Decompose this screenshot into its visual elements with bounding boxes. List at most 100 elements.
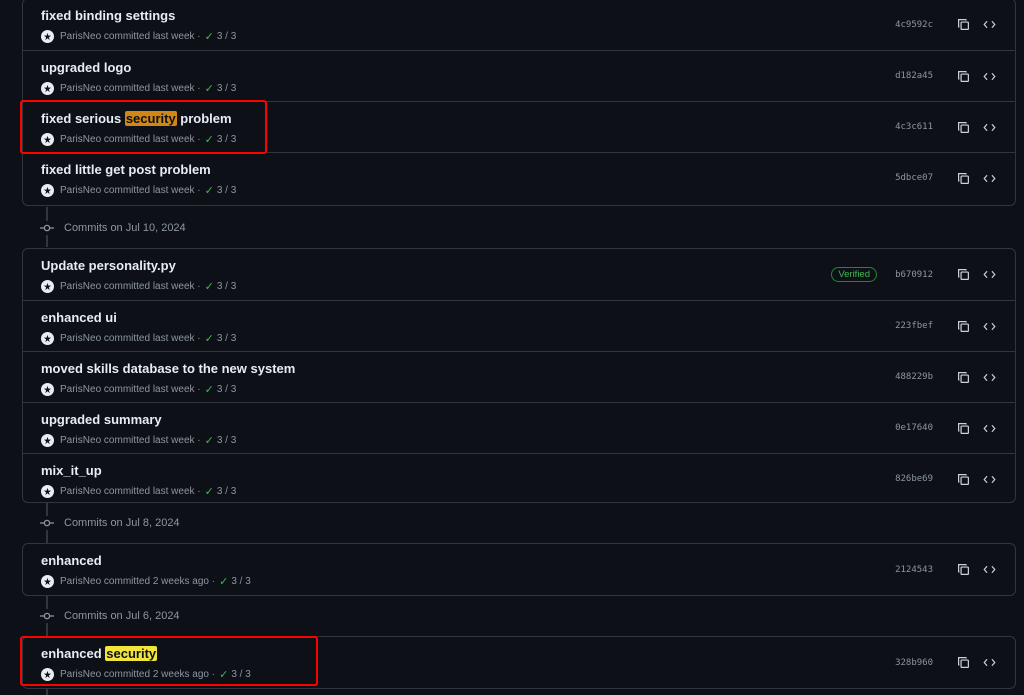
avatar[interactable] (41, 667, 54, 681)
checks-count[interactable]: 3 / 3 (217, 185, 236, 196)
title-text: fixed serious (41, 111, 125, 126)
commit-sha-link[interactable]: 4c9592c (893, 20, 933, 30)
checks-count[interactable]: 3 / 3 (217, 83, 236, 94)
commit-time: committed last week (103, 280, 195, 292)
commit-sha-link[interactable]: b670912 (893, 270, 933, 280)
commit-author-link[interactable]: ParisNeo (60, 669, 101, 680)
avatar[interactable] (41, 331, 54, 345)
commit-title-link[interactable]: upgraded summary (41, 412, 162, 427)
commit-author-link[interactable]: ParisNeo (60, 576, 101, 587)
checks-count[interactable]: 3 / 3 (231, 669, 250, 680)
commit-author-link[interactable]: ParisNeo (60, 31, 101, 42)
commit-sha-link[interactable]: 4c3c611 (893, 122, 933, 132)
checks-count[interactable]: 3 / 3 (217, 134, 236, 145)
commit-sha-link[interactable]: 328b960 (893, 658, 933, 668)
commit-author-link[interactable]: ParisNeo (60, 185, 101, 196)
checks-count[interactable]: 3 / 3 (217, 384, 236, 395)
code-brackets-icon[interactable] (981, 562, 997, 578)
checks-count[interactable]: 3 / 3 (217, 31, 236, 42)
avatar[interactable] (41, 183, 54, 197)
code-brackets-icon[interactable] (981, 267, 997, 283)
commit-title-link[interactable]: Update personality.py (41, 258, 176, 273)
code-brackets-icon[interactable] (981, 369, 997, 385)
commit-title-link[interactable]: moved skills database to the new system (41, 361, 295, 376)
commit-meta: ParisNeo committed 2 weeks ago · ✓ 3 / 3 (41, 573, 251, 589)
avatar[interactable] (41, 382, 54, 396)
commit-meta: ParisNeo committed 2 weeks ago · ✓ 3 / 3 (41, 666, 251, 682)
copy-icon[interactable] (955, 267, 971, 283)
copy-icon[interactable] (955, 562, 971, 578)
avatar[interactable] (41, 484, 54, 498)
code-brackets-icon[interactable] (981, 119, 997, 135)
commit-sha-link[interactable]: 826be69 (893, 474, 933, 484)
check-icon[interactable]: ✓ (205, 133, 214, 146)
checks-count[interactable]: 3 / 3 (217, 281, 236, 292)
commit-meta: ParisNeo committed last week · ✓ 3 / 3 (41, 381, 236, 397)
commit-title-link[interactable]: enhanced security (41, 646, 158, 661)
check-icon[interactable]: ✓ (205, 280, 214, 293)
check-icon[interactable]: ✓ (219, 575, 228, 588)
checks-count[interactable]: 3 / 3 (217, 435, 236, 446)
avatar[interactable] (41, 132, 54, 146)
commit-author-link[interactable]: ParisNeo (60, 134, 101, 145)
copy-icon[interactable] (955, 420, 971, 436)
code-brackets-icon[interactable] (981, 68, 997, 84)
copy-icon[interactable] (955, 68, 971, 84)
verified-badge[interactable]: Verified (831, 267, 877, 282)
avatar[interactable] (41, 574, 54, 588)
commit-title-link[interactable]: fixed serious security problem (41, 111, 232, 126)
commit-sha-link[interactable]: 2124543 (893, 565, 933, 575)
commit-author-link[interactable]: ParisNeo (60, 486, 101, 497)
checks-count[interactable]: 3 / 3 (217, 333, 236, 344)
avatar[interactable] (41, 433, 54, 447)
commit-title-link[interactable]: upgraded logo (41, 60, 131, 75)
commit-title-link[interactable]: fixed little get post problem (41, 162, 211, 177)
avatar-logo-icon (43, 84, 52, 92)
code-brackets-icon[interactable] (981, 318, 997, 334)
commit-author-link[interactable]: ParisNeo (60, 333, 101, 344)
commit-author-link[interactable]: ParisNeo (60, 435, 101, 446)
commit-sha-link[interactable]: 0e17640 (893, 423, 933, 433)
code-brackets-icon[interactable] (981, 170, 997, 186)
check-icon[interactable]: ✓ (205, 332, 214, 345)
commit-title-link[interactable]: mix_it_up (41, 463, 102, 478)
code-brackets-icon[interactable] (981, 655, 997, 671)
avatar[interactable] (41, 81, 54, 95)
commit-group: enhanced security ParisNeo committed 2 w… (22, 636, 1016, 689)
code-brackets-icon[interactable] (981, 17, 997, 33)
check-icon[interactable]: ✓ (205, 485, 214, 498)
commit-author-link[interactable]: ParisNeo (60, 281, 101, 292)
commit-title-link[interactable]: enhanced ui (41, 310, 117, 325)
copy-icon[interactable] (955, 471, 971, 487)
check-icon[interactable]: ✓ (205, 82, 214, 95)
commit-title-link[interactable]: fixed binding settings (41, 8, 175, 23)
commit-author-link[interactable]: ParisNeo (60, 83, 101, 94)
commit-sha-link[interactable]: 488229b (893, 372, 933, 382)
commit-title-link[interactable]: enhanced (41, 553, 102, 568)
check-icon[interactable]: ✓ (205, 30, 214, 43)
copy-icon[interactable] (955, 17, 971, 33)
avatar[interactable] (41, 29, 54, 43)
check-icon[interactable]: ✓ (205, 434, 214, 447)
copy-icon[interactable] (955, 119, 971, 135)
commit-author-link[interactable]: ParisNeo (60, 384, 101, 395)
copy-icon[interactable] (955, 369, 971, 385)
copy-icon[interactable] (955, 170, 971, 186)
checks-count[interactable]: 3 / 3 (217, 486, 236, 497)
check-icon[interactable]: ✓ (205, 184, 214, 197)
commit-sha-link[interactable]: 5dbce07 (893, 173, 933, 183)
copy-icon[interactable] (955, 318, 971, 334)
checks-count[interactable]: 3 / 3 (231, 576, 250, 587)
commit-sha-link[interactable]: d182a45 (893, 71, 933, 81)
code-brackets-icon[interactable] (981, 471, 997, 487)
commit-sha-link[interactable]: 223fbef (893, 321, 933, 331)
commit-row: mix_it_up ParisNeo committed last week ·… (23, 453, 1015, 502)
code-brackets-icon[interactable] (981, 420, 997, 436)
check-icon[interactable]: ✓ (219, 668, 228, 681)
copy-icon[interactable] (955, 655, 971, 671)
commit-meta: ParisNeo committed last week · ✓ 3 / 3 (41, 330, 236, 346)
title-text: enhanced (41, 646, 106, 661)
commit-row: Update personality.py ParisNeo committed… (23, 249, 1015, 300)
avatar[interactable] (41, 279, 54, 293)
check-icon[interactable]: ✓ (205, 383, 214, 396)
